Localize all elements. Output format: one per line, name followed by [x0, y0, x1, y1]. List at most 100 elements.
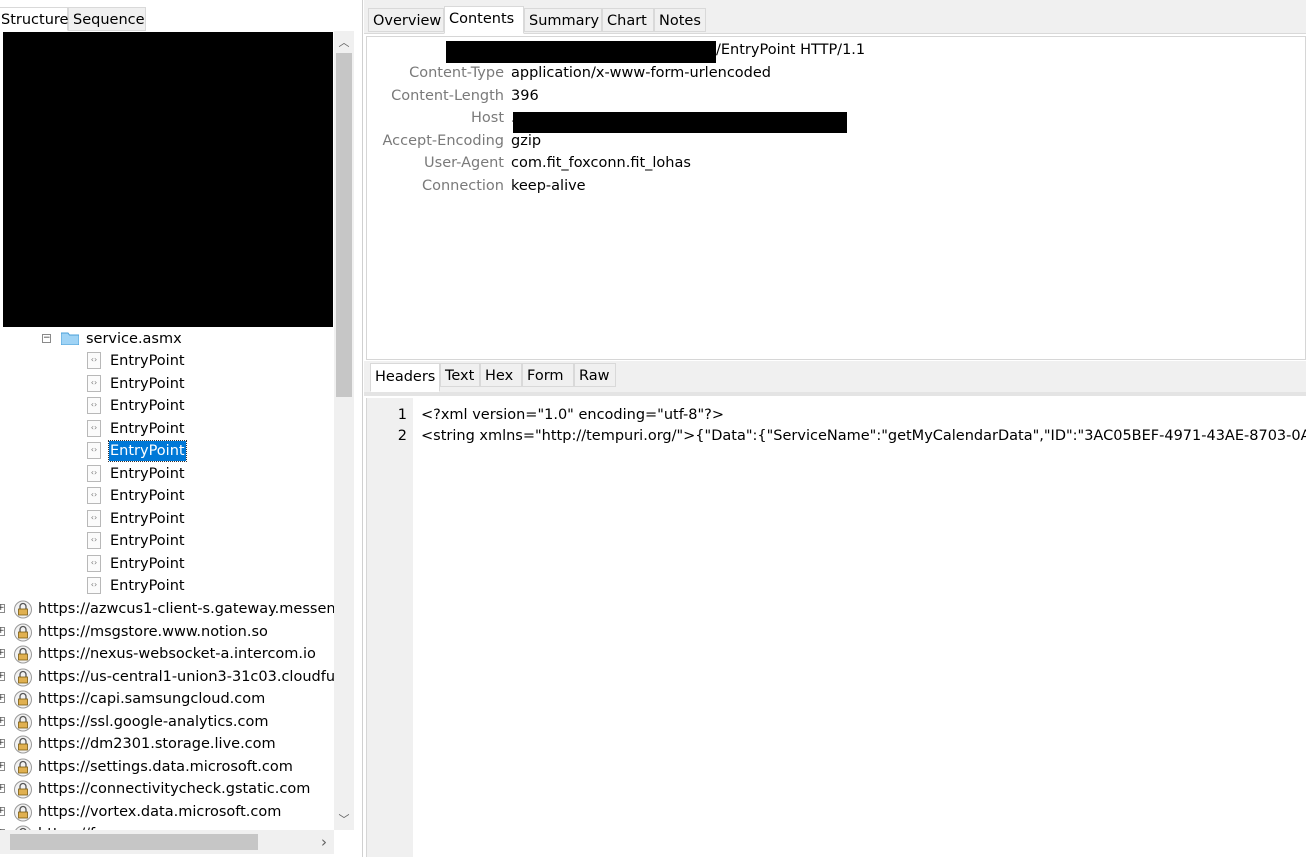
- structure-tree[interactable]: − service.asmx ‹› EntryPoint ‹› EntryPoint ‹…: [0, 31, 334, 830]
- host-label: https://msgstore.www.notion.so: [38, 623, 268, 640]
- vertical-scrollbar[interactable]: ︿ ﹀: [334, 31, 354, 830]
- scroll-right-icon[interactable]: ›: [316, 833, 332, 851]
- tree-host-row[interactable]: + https://settings.data.microsoft.com: [0, 756, 334, 778]
- tree-folder-service[interactable]: − service.asmx: [0, 328, 334, 350]
- lock-icon: [14, 780, 32, 799]
- expand-icon[interactable]: +: [0, 671, 5, 681]
- details-panel: Overview Contents Summary Chart Notes /E…: [364, 0, 1306, 857]
- response-body-view[interactable]: 1 2 <?xml version="1.0" encoding="utf-8"…: [366, 398, 1306, 857]
- tab-form[interactable]: Form: [522, 363, 574, 387]
- entry-label: EntryPoint: [110, 578, 185, 594]
- horizontal-scroll-thumb[interactable]: [10, 834, 258, 850]
- splitter[interactable]: [364, 392, 1306, 396]
- horizontal-scrollbar[interactable]: ›: [0, 830, 334, 854]
- tree-host-row[interactable]: + https://nexus-websocket-a.intercom.io: [0, 643, 334, 665]
- line-number: 2: [397, 428, 407, 444]
- expand-icon[interactable]: +: [0, 716, 5, 726]
- vertical-scroll-thumb[interactable]: [336, 53, 352, 397]
- entry-label: EntryPoint: [110, 420, 185, 437]
- host-label: https://dm2301.storage.live.com: [38, 736, 276, 752]
- tab-notes[interactable]: Notes: [654, 8, 706, 32]
- tab-chart[interactable]: Chart: [602, 8, 654, 32]
- xml-file-icon: ‹›: [87, 577, 101, 594]
- tree-entry-row[interactable]: ‹› EntryPoint: [0, 440, 334, 462]
- xml-file-icon: ‹›: [87, 352, 101, 369]
- tree-host-row[interactable]: + https://azwcus1-client-s.gateway.messen…: [0, 598, 334, 620]
- expand-icon[interactable]: +: [0, 806, 5, 816]
- header-value: com.fit_foxconn.fit_lohas: [511, 155, 691, 171]
- code-line: <string xmlns="http://tempuri.org/">{"Da…: [421, 428, 1306, 444]
- request-headers-view[interactable]: /EntryPoint HTTP/1.1 Content-Type applica…: [366, 36, 1306, 360]
- expand-icon[interactable]: +: [0, 604, 5, 613]
- entry-label: EntryPoint: [110, 533, 185, 549]
- lock-icon: [14, 735, 32, 754]
- tab-sequence[interactable]: Sequence: [68, 7, 146, 31]
- entry-label: EntryPoint: [110, 465, 185, 482]
- tree-entry-row[interactable]: ‹› EntryPoint: [0, 463, 334, 485]
- expand-icon[interactable]: +: [0, 761, 5, 771]
- entry-label: EntryPoint: [110, 555, 185, 572]
- tree-entry-row[interactable]: ‹› EntryPoint: [0, 373, 334, 395]
- tree-host-row[interactable]: + https://msgstore.www.notion.so: [0, 621, 334, 643]
- expand-icon[interactable]: +: [0, 739, 5, 748]
- xml-file-icon: ‹›: [87, 532, 101, 549]
- scroll-up-icon[interactable]: ︿: [336, 34, 352, 50]
- expand-icon[interactable]: +: [0, 784, 5, 793]
- header-name: Content-Length: [391, 87, 504, 104]
- tree-host-row[interactable]: + https://vortex.data.microsoft.com: [0, 801, 334, 823]
- host-label: https://ssl.google-analytics.com: [38, 713, 269, 730]
- header-value: 396: [511, 87, 539, 104]
- tree-entry-row[interactable]: ‹› EntryPoint: [0, 395, 334, 417]
- tree-entry-row[interactable]: ‹› EntryPoint: [0, 508, 334, 530]
- folder-label: service.asmx: [86, 331, 182, 347]
- lock-icon: [14, 623, 32, 641]
- xml-file-icon: ‹›: [87, 397, 101, 414]
- tree-host-row[interactable]: + https://capi.samsungcloud.com: [0, 688, 334, 710]
- expand-icon[interactable]: +: [0, 649, 5, 658]
- host-label: https://connectivitycheck.gstatic.com: [38, 781, 311, 797]
- header-name: Connection: [421, 177, 504, 194]
- lock-icon: [14, 803, 32, 821]
- request-line: /EntryPoint HTTP/1.1: [716, 42, 866, 58]
- tree-entry-row[interactable]: ‹› EntryPoint: [0, 553, 334, 575]
- tree-entry-row[interactable]: ‹› EntryPoint: [0, 485, 334, 507]
- lock-icon: [14, 645, 32, 664]
- tree-host-row[interactable]: + https://us-central1-union3-31c03.cloudf…: [0, 666, 334, 688]
- header-name: User-Agent: [424, 155, 504, 171]
- line-number-gutter: [367, 398, 413, 857]
- tab-summary[interactable]: Summary: [524, 8, 602, 32]
- lock-icon: [14, 713, 32, 731]
- tree-host-row[interactable]: + https://dm2301.storage.live.com: [0, 733, 334, 755]
- collapse-icon[interactable]: −: [42, 334, 51, 343]
- tree-entry-row[interactable]: ‹› EntryPoint: [0, 350, 334, 372]
- host-label: https://f: [38, 823, 95, 830]
- response-tab-bar: Headers Text Hex Form Raw: [364, 361, 1306, 392]
- header-value: gzip: [511, 132, 542, 149]
- tree-host-row[interactable]: + https://ssl.google-analytics.com: [0, 711, 334, 733]
- expand-icon[interactable]: +: [0, 694, 5, 703]
- tab-text[interactable]: Text: [440, 363, 480, 387]
- xml-file-icon: ‹›: [87, 554, 101, 572]
- host-label: https://capi.samsungcloud.com: [38, 691, 266, 707]
- tree-host-row[interactable]: + https://connectivitycheck.gstatic.com: [0, 778, 334, 800]
- tree-entry-row[interactable]: ‹› EntryPoint: [0, 418, 334, 440]
- xml-file-icon: ‹›: [87, 374, 101, 392]
- tab-hex[interactable]: Hex: [480, 363, 522, 387]
- tree-entry-row[interactable]: ‹› EntryPoint: [0, 575, 334, 597]
- tree-host-row[interactable]: +https://f: [0, 823, 334, 830]
- line-number: 1: [397, 407, 407, 423]
- lock-icon: [14, 690, 32, 709]
- tree-entry-row[interactable]: ‹› EntryPoint: [0, 530, 334, 552]
- entry-label: EntryPoint: [108, 440, 187, 462]
- host-label: https://nexus-websocket-a.intercom.io: [38, 646, 316, 662]
- redacted-url: [446, 41, 716, 63]
- tab-overview[interactable]: Overview: [368, 8, 444, 32]
- top-tab-bar: Overview Contents Summary Chart Notes: [364, 0, 1306, 34]
- tab-structure[interactable]: Structure: [0, 7, 68, 31]
- scroll-down-icon[interactable]: ﹀: [336, 811, 352, 827]
- expand-icon[interactable]: +: [0, 626, 5, 636]
- tab-headers[interactable]: Headers: [370, 363, 440, 392]
- tab-raw[interactable]: Raw: [574, 363, 616, 387]
- structure-panel: Structure Sequence − service.asmx ‹› Entr…: [0, 0, 363, 857]
- tab-contents[interactable]: Contents: [444, 6, 524, 34]
